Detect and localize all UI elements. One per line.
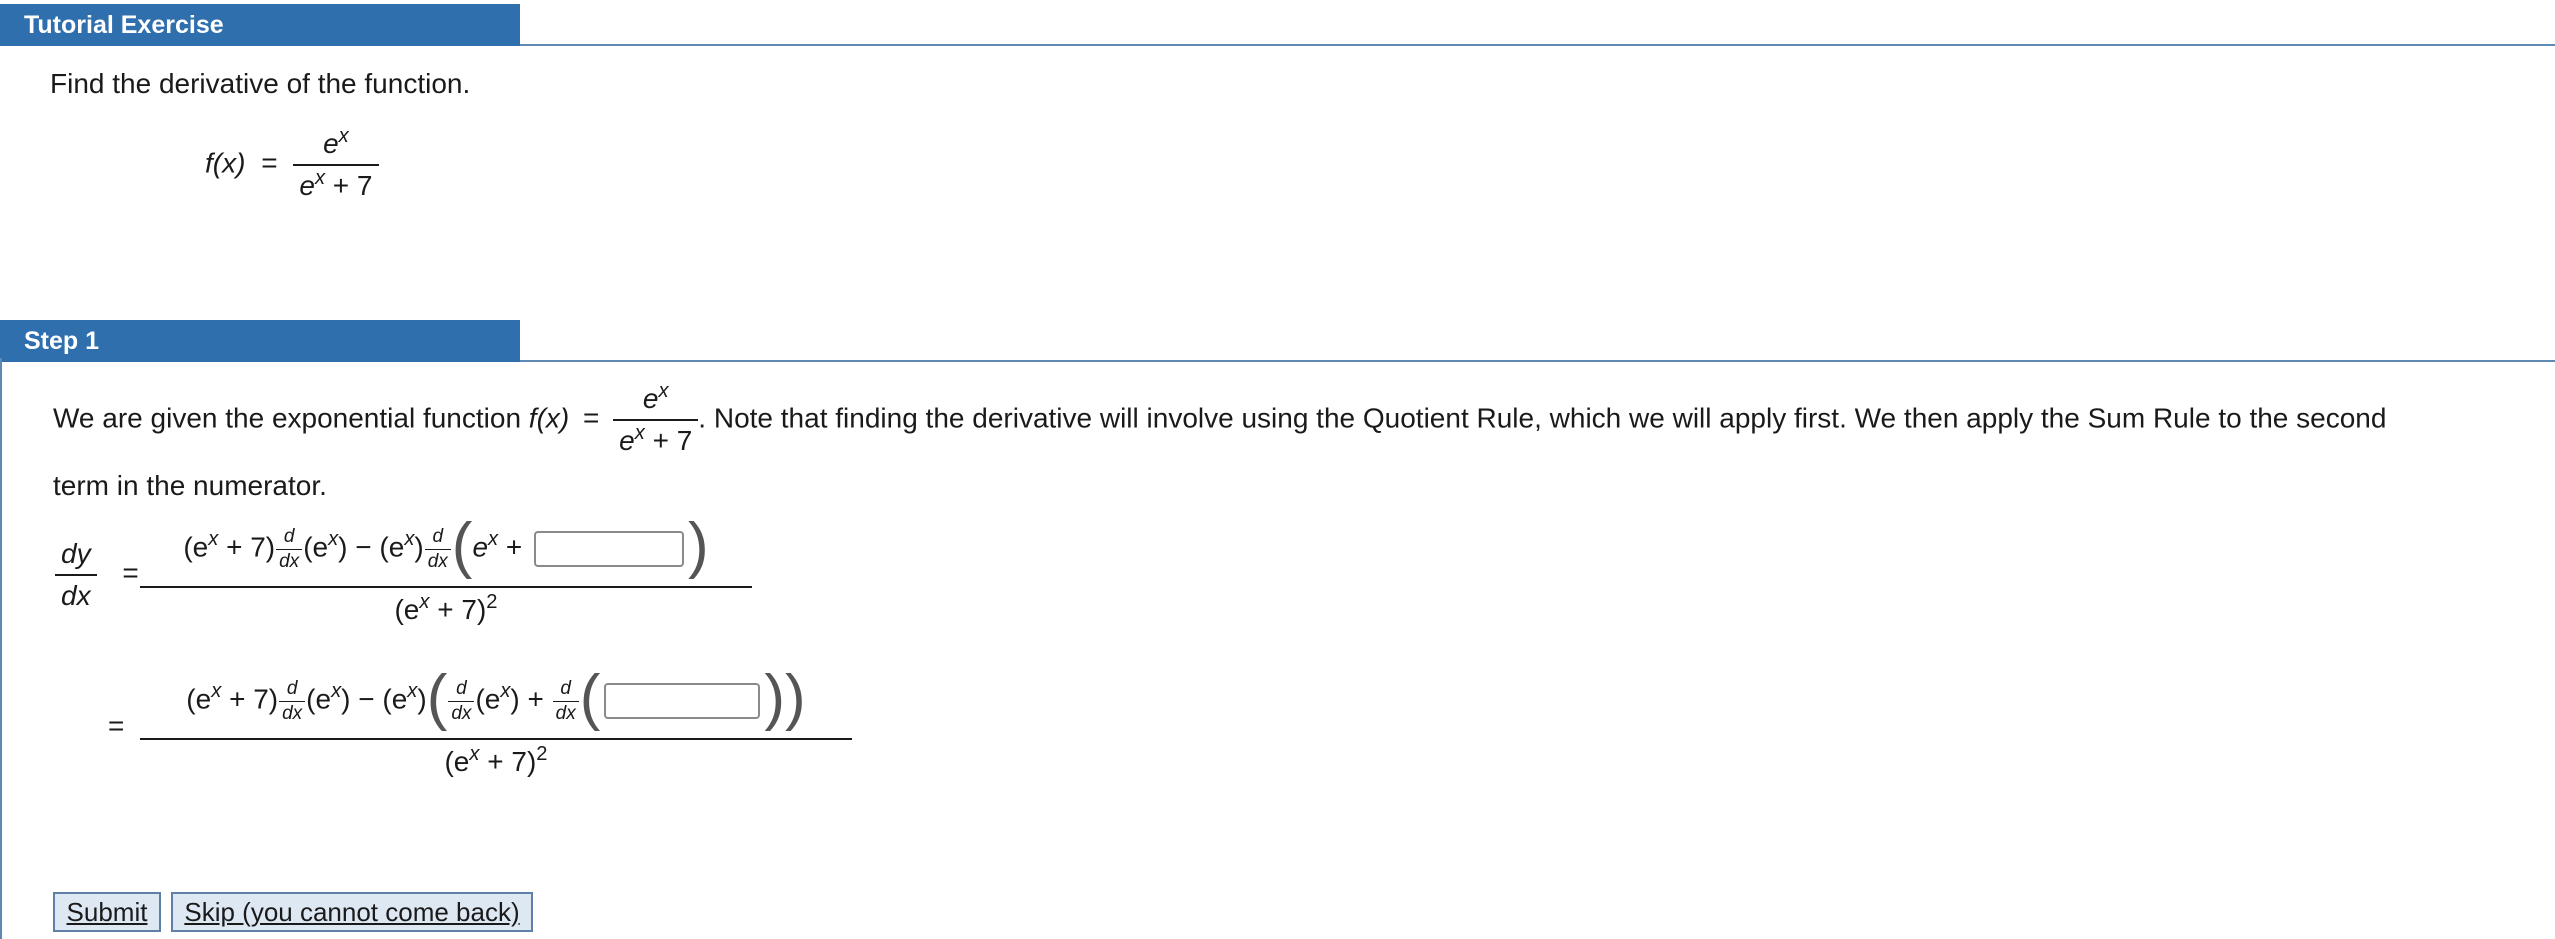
answer-input-2[interactable] xyxy=(604,683,761,719)
answer-input-1[interactable] xyxy=(534,531,685,567)
function-fraction: ex ex + 7 xyxy=(293,124,379,202)
step1-left-rule xyxy=(0,358,2,939)
step1-frac-den-rest: + 7 xyxy=(652,425,693,456)
expression-2-eq: = xyxy=(108,710,125,741)
step1-header-rule xyxy=(520,360,2555,362)
skip-button[interactable]: Skip (you cannot come back) xyxy=(171,892,533,932)
function-denominator-rest: + 7 xyxy=(332,170,373,201)
expression-1-denominator: (ex + 7)2 xyxy=(140,586,752,626)
step1-intro-line2: term in the numerator. xyxy=(53,470,327,501)
expression-1-numerator: (ex + 7) d dx (ex) − (ex) d dx (ex + ) xyxy=(183,511,709,580)
tutorial-header: Tutorial Exercise xyxy=(0,4,2555,46)
step1-fraction: ex ex + 7 xyxy=(613,379,699,457)
submit-button[interactable]: Submit xyxy=(53,892,161,932)
step1-text-before: We are given the exponential function xyxy=(53,402,522,434)
function-lhs: f(x) xyxy=(205,147,246,179)
tutorial-header-rule xyxy=(520,44,2555,46)
step1-eq: = xyxy=(583,402,600,434)
derivative-dx: dx xyxy=(55,574,97,612)
expression-2: (ex + 7) d dx (ex) − (ex)(d dx (ex) + d dx()) … xyxy=(140,663,852,778)
expression-2-numerator: (ex + 7) d dx (ex) − (ex)(d dx (ex) + d dx()) xyxy=(186,663,806,732)
step1-header-label: Step 1 xyxy=(0,320,520,362)
step1-fx: f(x) xyxy=(528,402,570,434)
step1-frac-den-base: e xyxy=(619,425,635,456)
tutorial-header-label: Tutorial Exercise xyxy=(0,4,520,46)
instruction-text: Find the derivative of the function. xyxy=(50,68,471,99)
derivative-dy: dy xyxy=(61,538,91,569)
step1-header: Step 1 xyxy=(0,320,2555,362)
derivative-lhs: dy dx = xyxy=(55,538,139,612)
step1-frac-den-exp: x xyxy=(634,421,645,444)
step1-frac-num-exp: x xyxy=(658,379,669,402)
function-display: f(x) = ex ex + 7 xyxy=(205,124,379,202)
function-numerator: e xyxy=(323,128,339,159)
tutorial-section: Tutorial Exercise xyxy=(0,4,2555,46)
function-denominator-base: e xyxy=(299,170,315,201)
step1-frac-num: e xyxy=(642,383,659,414)
step1-text-after: . Note that finding the derivative will … xyxy=(698,402,2387,434)
expression-2-denominator: (ex + 7)2 xyxy=(140,738,852,778)
function-denominator-exp: x xyxy=(314,166,326,189)
function-eq: = xyxy=(261,147,278,179)
function-numerator-exp: x xyxy=(338,124,349,147)
step1-section: Step 1 xyxy=(0,320,2555,362)
derivative-eq-sign: = xyxy=(122,557,139,589)
expression-1: (ex + 7) d dx (ex) − (ex) d dx (ex + ) (ex + 7… xyxy=(140,511,752,626)
step1-intro-line1: We are given the exponential function f(… xyxy=(53,379,2387,457)
